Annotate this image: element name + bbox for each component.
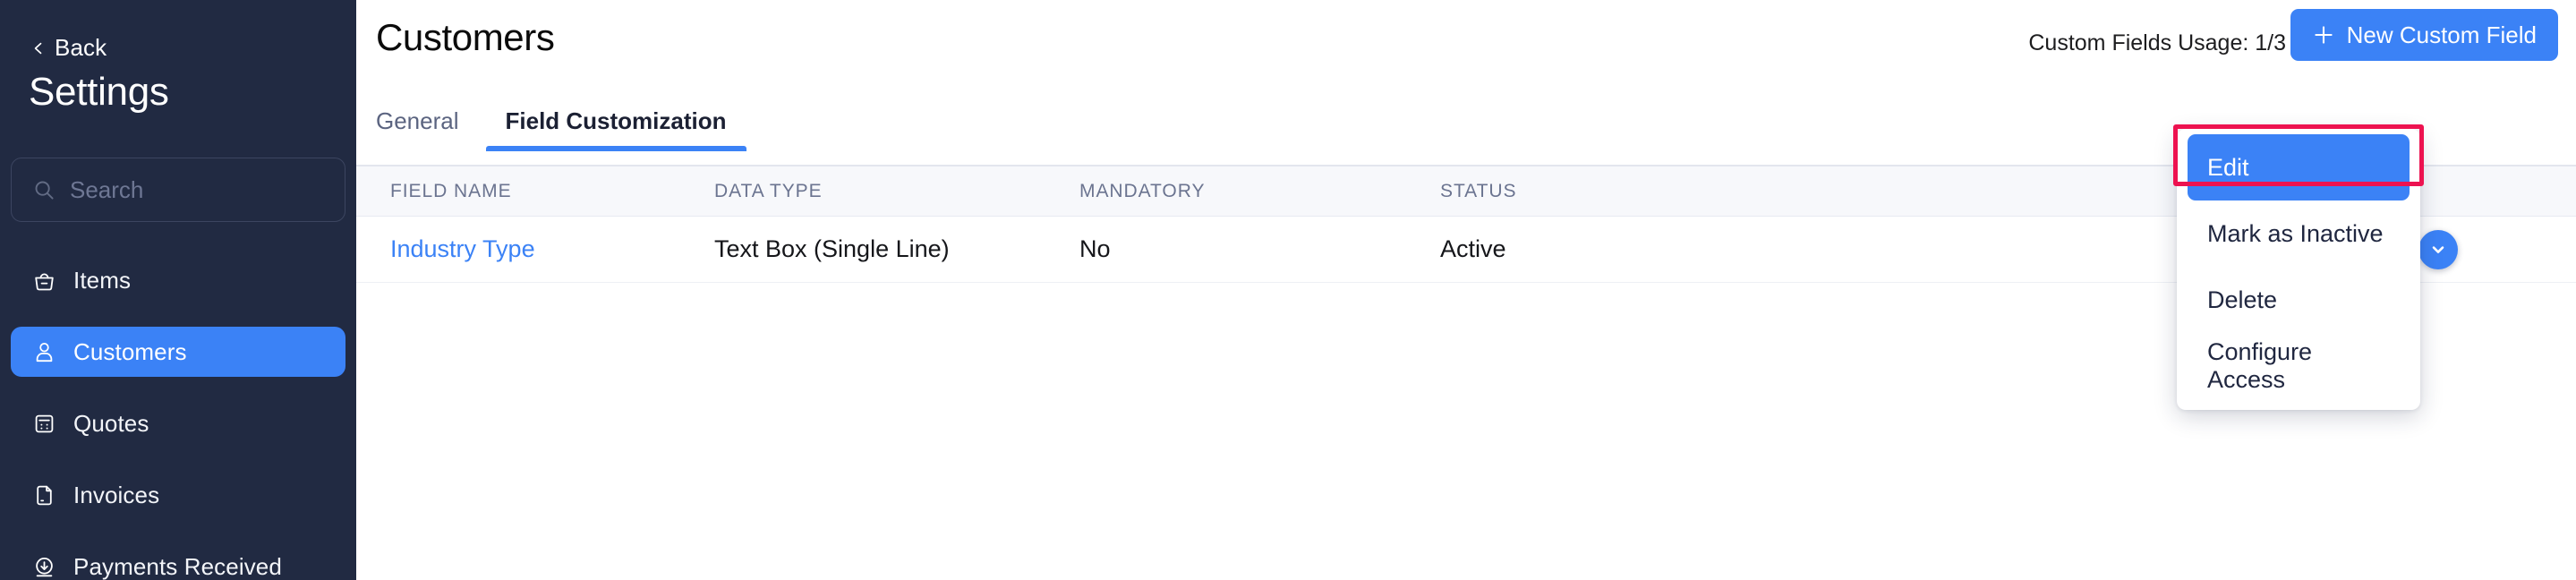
cell-mandatory: No [1079,235,1111,262]
menu-item-label: Mark as Inactive [2207,219,2384,247]
sidebar-title: Settings [29,70,169,114]
new-custom-field-label: New Custom Field [2346,21,2537,48]
chevron-down-icon [2428,240,2448,260]
tab-general[interactable]: General [376,107,486,151]
row-actions-dropdown: Edit Mark as Inactive Delete Configure A… [2177,129,2420,410]
sidebar-item-label: Invoices [73,481,160,508]
column-header-data-type: DATA TYPE [714,180,823,201]
cell-field-name[interactable]: Industry Type [356,235,714,263]
row-actions-button[interactable] [2418,229,2458,269]
sidebar-item-invoices[interactable]: Invoices [11,470,345,520]
sidebar-item-items[interactable]: Items [11,255,345,305]
menu-item-label: Edit [2207,153,2249,181]
menu-item-label: Configure Access [2207,338,2313,393]
main-content: Customers Custom Fields Usage: 1/3 New C… [356,0,2576,580]
menu-item-configure-access[interactable]: Configure Access [2188,333,2410,399]
sidebar: Back Settings Search Items Customers Quo… [0,0,356,580]
chevron-left-icon [32,42,45,55]
menu-item-mark-as-inactive[interactable]: Mark as Inactive [2188,200,2410,267]
sidebar-item-label: Quotes [73,409,149,437]
search-input[interactable]: Search [11,158,345,222]
cell-data-type: Text Box (Single Line) [714,235,950,262]
page-title: Customers [376,16,555,58]
sidebar-item-label: Items [73,266,132,294]
menu-item-delete[interactable]: Delete [2188,267,2410,333]
plus-icon [2312,23,2335,47]
document-icon [32,483,56,508]
sidebar-item-label: Customers [73,337,187,365]
search-placeholder: Search [70,175,144,203]
back-label: Back [55,34,107,61]
custom-fields-usage: Custom Fields Usage: 1/3 [2028,30,2286,55]
app-root: Back Settings Search Items Customers Quo… [0,0,2576,580]
column-header-mandatory: MANDATORY [1079,180,1206,201]
menu-item-label: Delete [2207,286,2278,313]
calculator-icon [32,412,56,436]
sidebar-item-label: Payments Received [73,552,282,580]
bag-icon [32,269,56,293]
search-icon [33,179,55,201]
new-custom-field-button[interactable]: New Custom Field [2290,9,2558,61]
tab-label: Field Customization [505,107,727,134]
sidebar-nav: Items Customers Quotes Invoices Payments… [11,255,345,580]
column-header-field-name: FIELD NAME [390,180,512,201]
download-circle-icon [32,555,56,579]
back-link[interactable]: Back [32,34,107,62]
user-icon [32,340,56,364]
tab-field-customization[interactable]: Field Customization [485,107,746,151]
tab-label: General [376,107,459,134]
menu-item-edit[interactable]: Edit [2188,134,2410,200]
sidebar-item-payments-received[interactable]: Payments Received [11,542,345,580]
sidebar-item-quotes[interactable]: Quotes [11,398,345,448]
sidebar-item-customers[interactable]: Customers [11,327,345,377]
tab-bar: General Field Customization [376,107,746,151]
